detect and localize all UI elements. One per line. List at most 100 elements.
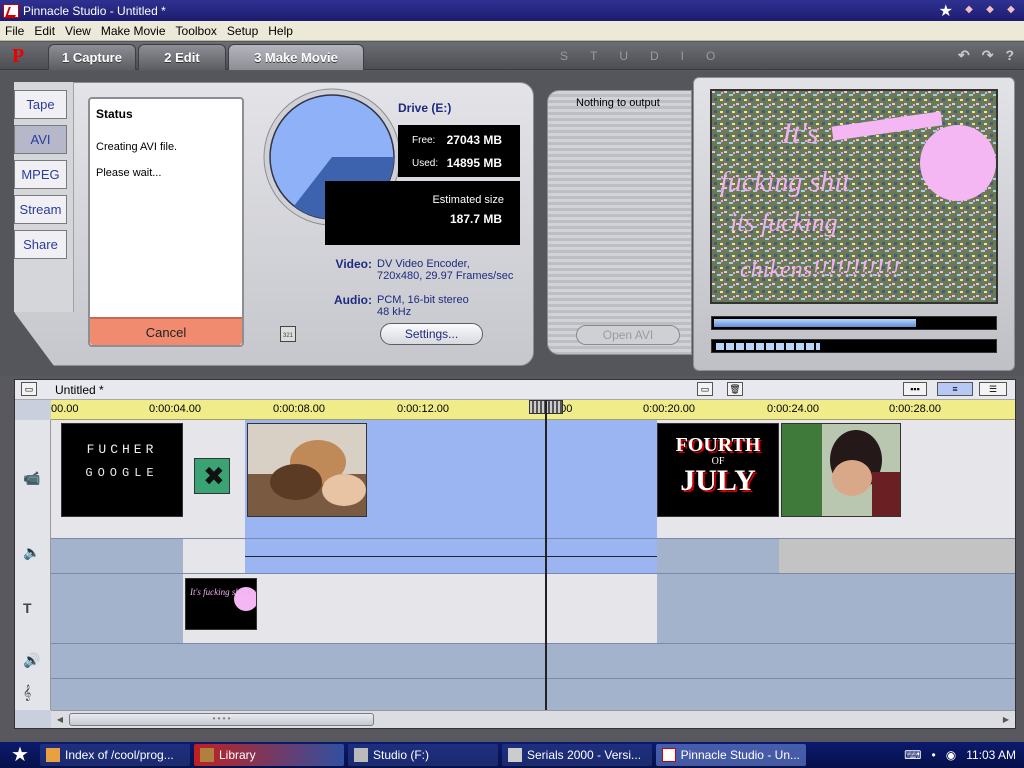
trash-icon[interactable]: 🗑 bbox=[727, 382, 743, 396]
clip1-title-1: FUCHER bbox=[86, 442, 158, 457]
pinnacle-logo: P bbox=[12, 45, 25, 67]
menu-toolbox[interactable]: Toolbox bbox=[171, 24, 222, 38]
audio-clip-end[interactable] bbox=[779, 539, 1015, 574]
video-line-2: 720x480, 29.97 Frames/sec bbox=[377, 270, 514, 282]
video-track-icon[interactable]: 📹 bbox=[23, 470, 40, 487]
start-star-icon[interactable]: ★ bbox=[0, 742, 40, 768]
header-icons: ↶ ↷ ? bbox=[958, 47, 1014, 64]
title-clip[interactable]: It's fucking shit its fucking chikens!!!… bbox=[185, 578, 257, 630]
render-progress-fill bbox=[714, 319, 916, 327]
menu-make-movie[interactable]: Make Movie bbox=[96, 24, 171, 38]
used-label: Used: bbox=[412, 158, 439, 169]
drive-label: Drive (E:) bbox=[398, 101, 452, 115]
redo-icon[interactable]: ↷ bbox=[982, 47, 994, 64]
music-track[interactable] bbox=[51, 678, 1015, 710]
menu-help[interactable]: Help bbox=[263, 24, 298, 38]
playback-progress-bar[interactable] bbox=[711, 339, 997, 353]
title-clip-thumbnail: It's fucking shit its fucking chikens!!!… bbox=[189, 587, 257, 611]
transition-clip[interactable]: ✖ bbox=[194, 458, 230, 494]
sound-effects-track[interactable] bbox=[51, 643, 1015, 678]
format-tab-share[interactable]: Share bbox=[14, 230, 67, 259]
text-view-icon[interactable]: ☰ bbox=[979, 382, 1007, 396]
tab-capture[interactable]: 1 Capture bbox=[48, 44, 136, 70]
scroll-left-arrow[interactable]: ◀ bbox=[53, 713, 67, 726]
minimize-button[interactable]: ◆ bbox=[961, 4, 977, 18]
clip-properties-icon[interactable]: ▭ bbox=[697, 382, 713, 396]
free-label: Free: bbox=[412, 135, 436, 146]
project-title: Untitled * bbox=[55, 383, 104, 397]
format-tab-avi[interactable]: AVI bbox=[14, 125, 67, 154]
timeline-view-icon[interactable]: ≡ bbox=[937, 382, 973, 396]
tray-app-icon[interactable]: ◉ bbox=[946, 748, 956, 762]
task-item-index[interactable]: Index of /cool/prog... bbox=[40, 744, 190, 766]
drive-icon bbox=[354, 748, 368, 762]
preview-circle bbox=[920, 125, 996, 201]
open-avi-button[interactable]: Open AVI bbox=[576, 325, 680, 345]
task-item-serials[interactable]: Serials 2000 - Versi... bbox=[502, 744, 652, 766]
task-item-pinnacle[interactable]: Pinnacle Studio - Un... bbox=[656, 744, 806, 766]
audio-track-icon[interactable]: 🔈 bbox=[23, 544, 40, 561]
scroll-thumb[interactable]: • • • • bbox=[69, 713, 374, 726]
pinnacle-app-icon bbox=[3, 3, 19, 18]
undo-icon[interactable]: ↶ bbox=[958, 47, 970, 64]
sound-effects-track-icon[interactable]: 🔊 bbox=[23, 652, 40, 669]
video-clip-1[interactable]: FUCHER GOOGLE bbox=[61, 423, 183, 517]
tray-dot-icon[interactable]: • bbox=[932, 748, 936, 762]
studio-brand: STUDIO bbox=[560, 49, 738, 63]
preview-screen: It's fucking shit its fucking chikens!!!… bbox=[710, 89, 998, 304]
restore-button[interactable]: ◆ bbox=[982, 4, 998, 18]
video-track[interactable]: FUCHER GOOGLE ✖ FOURTH OF JULY bbox=[51, 420, 1015, 538]
format-tab-tape[interactable]: Tape bbox=[14, 90, 67, 119]
timeline-scrollbar[interactable]: ◀ • • • • ▶ bbox=[51, 710, 1015, 728]
ruler-tick-4: 0:00:04.00 bbox=[149, 403, 201, 415]
tab-make-movie[interactable]: 3 Make Movie bbox=[228, 44, 364, 70]
menu-view[interactable]: View bbox=[60, 24, 96, 38]
video-clip-3[interactable]: FOURTH OF JULY bbox=[657, 423, 779, 517]
star-icon[interactable]: ★ bbox=[939, 1, 953, 21]
video-clip-4[interactable] bbox=[781, 423, 901, 517]
title-clip-text: It's fucking shit its fucking chikens!!!… bbox=[189, 587, 257, 597]
app-window: Pinnacle Studio - Untitled * ★ ◆ ◆ ◆ Fil… bbox=[0, 0, 1024, 768]
clock: 11:03 AM bbox=[966, 748, 1016, 762]
status-line-1: Creating AVI file. bbox=[96, 141, 178, 153]
music-track-icon[interactable]: 𝄞 bbox=[23, 684, 31, 701]
task-item-studio[interactable]: Studio (F:) bbox=[348, 744, 498, 766]
title-track[interactable]: It's fucking shit its fucking chikens!!!… bbox=[51, 573, 1015, 644]
keyboard-icon[interactable]: ⌨ bbox=[904, 748, 921, 762]
help-icon[interactable]: ? bbox=[1005, 47, 1014, 64]
storyboard-view-icon[interactable]: ▪▪▪ bbox=[903, 382, 927, 396]
cancel-button[interactable]: Cancel bbox=[90, 317, 242, 345]
tab-edit[interactable]: 2 Edit bbox=[138, 44, 226, 70]
settings-button[interactable]: Settings... bbox=[380, 323, 483, 345]
scroll-right-arrow[interactable]: ▶ bbox=[999, 713, 1013, 726]
video-clip-2[interactable] bbox=[247, 423, 367, 517]
drive-stats-box: Free: 27043 MB Used: 14895 MB bbox=[398, 125, 520, 177]
ruler-tick-20: 0:00:20.00 bbox=[643, 403, 695, 415]
close-button[interactable]: ◆ bbox=[1003, 4, 1019, 18]
menu-file[interactable]: File bbox=[0, 24, 29, 38]
estimated-size-value: 187.7 MB bbox=[449, 212, 502, 226]
preview-image: It's fucking shit its fucking chikens!!!… bbox=[712, 91, 996, 302]
audio-track[interactable] bbox=[51, 538, 1015, 574]
audio-line-2: 48 kHz bbox=[377, 306, 412, 318]
output-panel: Nothing to output Open AVI bbox=[547, 90, 692, 355]
task-item-library[interactable]: Library bbox=[194, 744, 344, 766]
menu-bar: File Edit View Make Movie Toolbox Setup … bbox=[0, 21, 1024, 41]
status-title: Status bbox=[96, 107, 133, 121]
estimated-size-box: Estimated size 187.7 MB bbox=[325, 181, 520, 245]
timeline-tool-icon[interactable]: ▭ bbox=[21, 382, 37, 396]
title-track-icon[interactable]: T bbox=[23, 600, 32, 616]
format-tab-stream[interactable]: Stream bbox=[14, 195, 67, 224]
playback-progress-fill bbox=[716, 343, 820, 350]
output-status-text: Nothing to output bbox=[576, 97, 660, 109]
audio-volume-line bbox=[245, 556, 657, 557]
playhead-line bbox=[545, 400, 547, 710]
disk-icon[interactable]: 321 bbox=[280, 326, 296, 342]
task-label: Serials 2000 - Versi... bbox=[527, 748, 642, 762]
menu-edit[interactable]: Edit bbox=[29, 24, 60, 38]
taskbar: ★ Index of /cool/prog... Library Studio … bbox=[0, 742, 1024, 768]
format-tabs: Tape AVI MPEG Stream Share bbox=[14, 90, 67, 259]
ruler-tick-8: 0:00:08.00 bbox=[273, 403, 325, 415]
menu-setup[interactable]: Setup bbox=[222, 24, 263, 38]
format-tab-mpeg[interactable]: MPEG bbox=[14, 160, 67, 189]
